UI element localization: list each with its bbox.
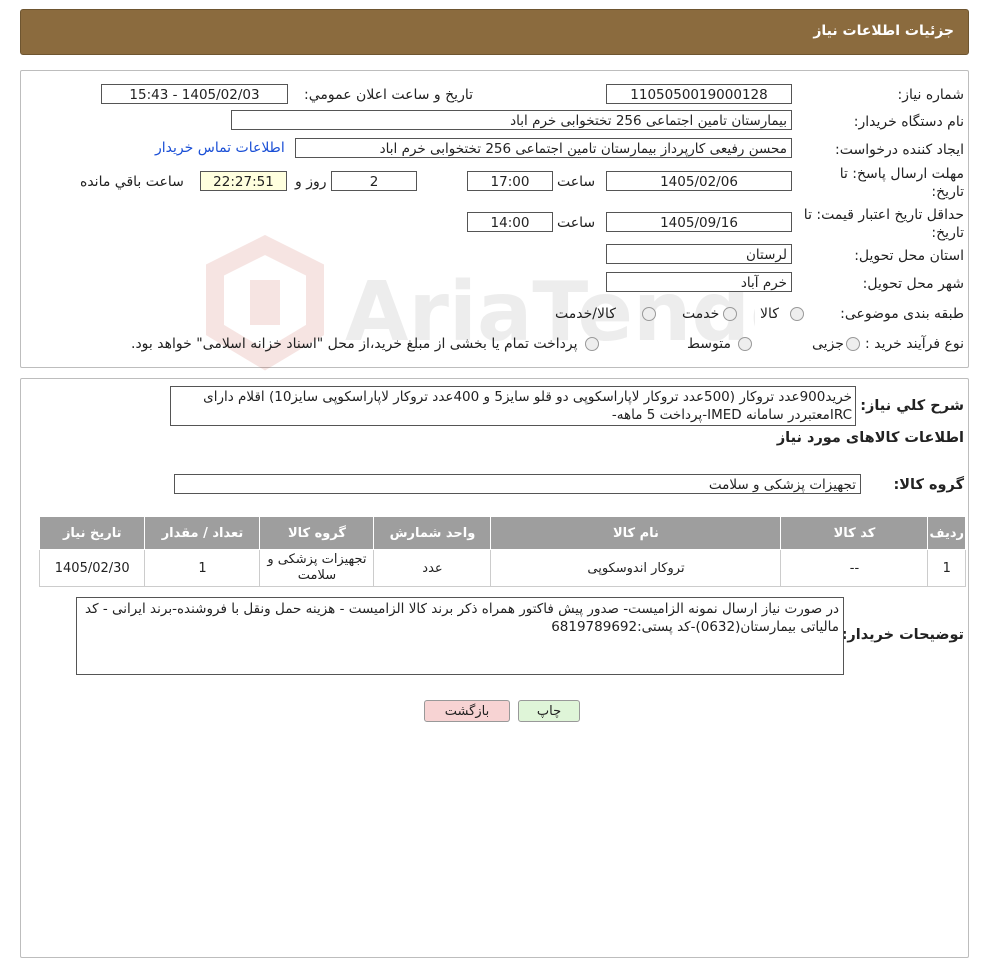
category-option-service: خدمت [682,306,720,322]
cell-name: تروکار اندوسکوپی [490,549,782,587]
days-label: روز و [295,174,327,190]
deadline-label: مهلت ارسال پاسخ: تا [839,166,964,182]
process-radio-medium[interactable] [738,337,752,351]
category-option-goods-service: کالا/خدمت [555,306,616,322]
validity-time-field: 14:00 [467,212,553,232]
goods-table: ردیف کد کالا نام کالا واحد شمارش گروه کا… [38,516,966,587]
city-field: خرم آباد [606,272,792,292]
buyer-notes-label: توضیحات خریدار: [841,627,964,643]
category-radio-goods-service[interactable] [642,307,656,321]
col-code: کد کالا [780,516,929,550]
page-title: جزئیات اطلاعات نیاز [813,23,954,39]
cell-code: -- [780,549,929,587]
validity-date-field: 1405/09/16 [606,212,792,232]
process-option-medium: متوسط [687,336,731,352]
validity-label: حداقل تاریخ اعتبار قیمت: تا [803,207,964,223]
col-unit: واحد شمارش [373,516,492,550]
announce-label: تاریخ و ساعت اعلان عمومي: [304,87,473,103]
col-date: تاریخ نیاز [38,516,146,550]
summary-textarea[interactable]: خرید900عدد تروکار (500عدد تروکار لاپاراس… [170,386,856,426]
city-label: شهر محل تحویل: [862,276,964,292]
category-radio-service[interactable] [723,307,737,321]
buyer-label: نام دستگاه خریدار: [853,114,964,130]
province-label: استان محل تحویل: [854,248,964,264]
cell-qty: 1 [144,549,261,587]
process-option-minor: جزیی [812,336,844,352]
deadline-time-label: ساعت [557,174,596,190]
process-label: نوع فرآیند خرید : [865,336,964,352]
need-number-field: 1105050019000128 [606,84,792,104]
deadline-time-field: 17:00 [467,171,553,191]
goods-section-title: اطلاعات کالاهای مورد نیاز [776,430,964,446]
col-name: نام کالا [490,516,782,550]
announce-field: 1405/02/03 - 15:43 [101,84,288,104]
cell-unit: عدد [373,549,492,587]
goods-group-field: تجهیزات پزشکی و سلامت [174,474,861,494]
print-button[interactable]: چاپ [518,700,580,722]
validity-label-date: تاریخ: [931,225,964,241]
deadline-date-field: 1405/02/06 [606,171,792,191]
goods-group-label: گروه کالا: [893,477,964,493]
goods-table-header: ردیف کد کالا نام کالا واحد شمارش گروه کا… [38,516,966,550]
category-label: طبقه بندی موضوعی: [840,306,964,322]
cell-group: تجهیزات پزشکی و سلامت [259,549,375,587]
buyer-contact-link[interactable]: اطلاعات تماس خریدار [155,140,285,156]
validity-time-label: ساعت [557,215,596,231]
days-field: 2 [331,171,417,191]
col-row: ردیف [927,516,966,550]
col-group: گروه کالا [259,516,375,550]
process-note: پرداخت تمام یا بخشی از مبلغ خرید،از محل … [131,336,578,352]
cell-date: 1405/02/30 [38,549,146,587]
category-option-goods: کالا [760,306,779,322]
back-button[interactable]: بازگشت [424,700,510,722]
need-number-label: شماره نیاز: [897,87,965,103]
remaining-label: ساعت باقي مانده [80,174,184,190]
col-qty: تعداد / مقدار [144,516,261,550]
page-header: جزئیات اطلاعات نیاز [20,9,969,55]
table-row: 1 -- تروکار اندوسکوپی عدد تجهیزات پزشکی … [38,549,966,587]
deadline-label-date: تاریخ: [931,184,964,200]
category-radio-goods[interactable] [790,307,804,321]
creator-label: ایجاد کننده درخواست: [835,142,964,158]
buyer-notes-textarea[interactable]: در صورت نیاز ارسال نمونه الزامیست- صدور … [76,597,844,675]
cell-row: 1 [927,549,966,587]
remaining-time-field: 22:27:51 [200,171,287,191]
process-radio-minor[interactable] [846,337,860,351]
summary-label: شرح کلي نیاز: [860,398,964,414]
province-field: لرستان [606,244,792,264]
creator-field: محسن رفیعی کارپرداز بیمارستان تامین اجتم… [295,138,792,158]
treasury-checkbox[interactable] [585,337,599,351]
buyer-field: بیمارستان تامین اجتماعی 256 تختخوابی خرم… [231,110,792,130]
